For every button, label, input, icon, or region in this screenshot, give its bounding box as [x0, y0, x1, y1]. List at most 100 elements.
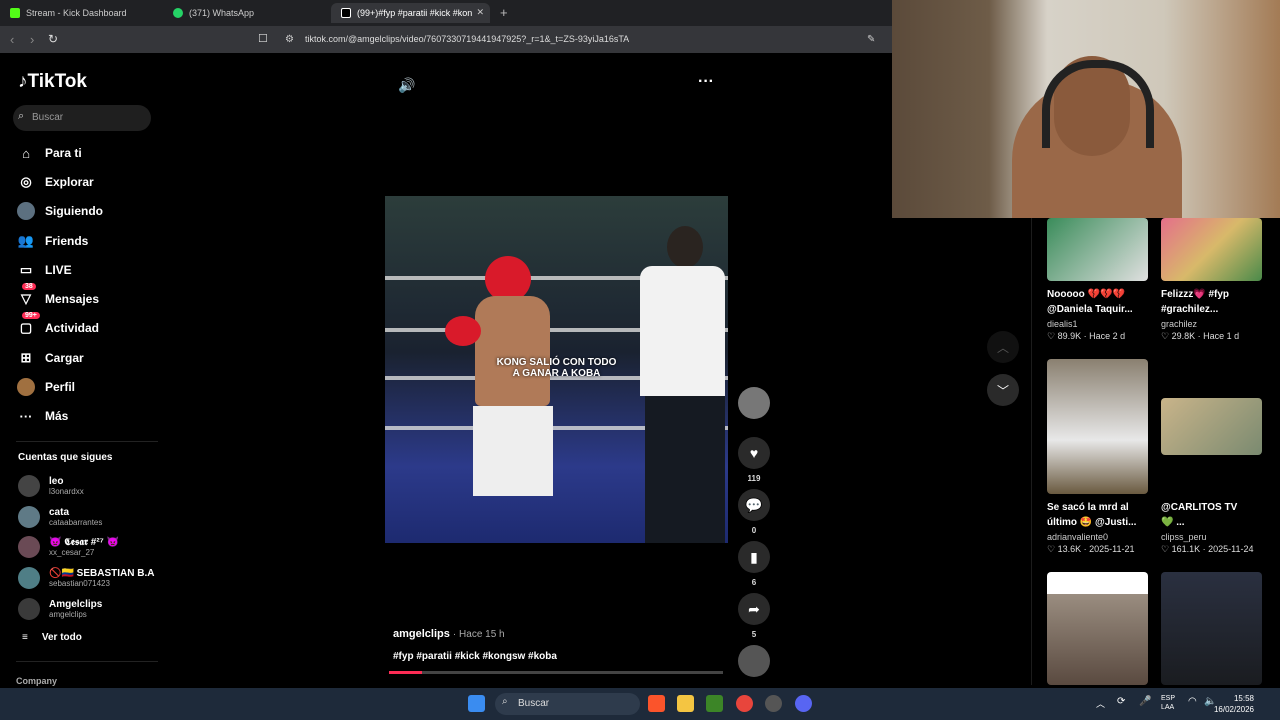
- video-caption: KONG SALIÓ CON TODO A GANAR A KOBA: [385, 357, 728, 379]
- share-icon: ➦: [748, 600, 760, 617]
- card-title-line: 💚 ...: [1161, 517, 1185, 528]
- post-time: · Hace 15 h: [452, 629, 505, 640]
- taskbar-clock[interactable]: 15:58 16/02/2026: [1214, 693, 1254, 715]
- tab-kick-dashboard[interactable]: Stream - Kick Dashboard: [0, 3, 160, 23]
- following-account[interactable]: Amgelclips amgelclips: [18, 596, 102, 622]
- kick-icon: [10, 8, 20, 18]
- bookmark-icon[interactable]: ☐: [258, 32, 268, 45]
- tiktok-logo[interactable]: ♪TikTok: [18, 71, 87, 93]
- brave-browser-icon[interactable]: [648, 695, 665, 712]
- chrome-icon[interactable]: [736, 695, 753, 712]
- nav-friends[interactable]: 👥 Friends: [16, 230, 88, 252]
- video-card[interactable]: [1047, 572, 1148, 685]
- nav-cargar[interactable]: ⊞ Cargar: [16, 347, 84, 369]
- share-button[interactable]: ➦: [738, 593, 770, 625]
- account-handle: l3onardxx: [49, 487, 84, 496]
- following-account[interactable]: 👿 𝕮𝖊𝖘𝖆𝖗 #²⁷ 👿 xx_cesar_27: [18, 534, 119, 560]
- nav-label: Cargar: [45, 351, 84, 365]
- url-field[interactable]: tiktok.com/@amgelclips/video/76073307194…: [305, 34, 629, 44]
- discord-icon[interactable]: [795, 695, 812, 712]
- headphones-icon: [1042, 60, 1154, 148]
- caption-line: KONG SALIÓ CON TODO: [496, 357, 617, 368]
- card-stat: ♡ 13.6K · 2025-11-21: [1047, 544, 1148, 555]
- friends-icon: 👥: [17, 233, 35, 248]
- extensions-icon[interactable]: ✎: [867, 34, 875, 45]
- nav-actividad[interactable]: ▢ 99+ Actividad: [16, 312, 99, 339]
- windows-start-icon[interactable]: [468, 695, 485, 712]
- heart-icon: ♡: [1161, 331, 1172, 341]
- nav-mas[interactable]: ··· Más: [16, 405, 69, 427]
- tab-tiktok[interactable]: (99+)#fyp #paratii #kick #kon ✕: [331, 3, 490, 23]
- messages-icon: ▽ 38: [16, 283, 36, 309]
- close-icon[interactable]: ✕: [476, 7, 484, 18]
- video-card[interactable]: Felizzz💗 #fyp #grachilez... grachilez ♡ 2…: [1161, 218, 1262, 342]
- card-title: @CARLITOS TV 💚 ...: [1161, 500, 1262, 530]
- video-author[interactable]: amgelclips · Hace 15 h: [393, 628, 505, 640]
- language-indicator[interactable]: ESP LAA: [1161, 694, 1175, 712]
- file-explorer-icon[interactable]: [677, 695, 694, 712]
- divider: [16, 441, 158, 442]
- nav-label: Perfil: [45, 380, 76, 394]
- live-icon: ▭: [19, 262, 33, 277]
- clock-date: 16/02/2026: [1213, 705, 1254, 714]
- thumbnail-frame: [1161, 359, 1262, 494]
- wifi-icon[interactable]: ◠: [1188, 696, 1197, 707]
- forward-icon[interactable]: ›: [30, 32, 34, 47]
- following-account[interactable]: cata cataabarrantes: [18, 504, 102, 530]
- nav-explorar[interactable]: ◎ Explorar: [16, 171, 93, 193]
- video-player[interactable]: KONG SALIÓ CON TODO A GANAR A KOBA: [385, 196, 728, 543]
- reload-icon[interactable]: ↻: [48, 32, 58, 46]
- minecraft-icon[interactable]: [706, 695, 723, 712]
- save-button[interactable]: ▮: [738, 541, 770, 573]
- nav-para-ti[interactable]: ⌂ Para ti: [16, 142, 82, 164]
- video-card[interactable]: @CARLITOS TV 💚 ... clipss_peru ♡ 161.1K ·…: [1161, 359, 1262, 555]
- nav-perfil[interactable]: Perfil: [16, 376, 75, 398]
- taskbar-search[interactable]: ⌕ Buscar: [495, 693, 640, 715]
- avatar: [18, 536, 40, 558]
- mute-button[interactable]: 🔊: [398, 77, 415, 94]
- company-link[interactable]: Company: [16, 676, 57, 686]
- lang-code: ESP: [1161, 695, 1176, 702]
- nav-siguiendo[interactable]: Siguiendo: [16, 200, 103, 222]
- network-icon[interactable]: ⟳: [1117, 696, 1125, 707]
- site-settings-icon[interactable]: ⚙: [285, 34, 294, 45]
- new-tab-button[interactable]: +: [500, 5, 508, 20]
- video-card[interactable]: [1161, 572, 1262, 685]
- tray-chevron-icon[interactable]: ︿: [1096, 697, 1105, 710]
- following-account[interactable]: leo l3onardxx: [18, 473, 84, 499]
- video-hashtags[interactable]: #fyp #paratii #kick #kongsw #koba: [393, 651, 557, 662]
- previous-video-button[interactable]: ︿: [987, 331, 1019, 363]
- sound-disc-button[interactable]: [738, 645, 770, 677]
- nav-live[interactable]: ▭ LIVE: [16, 259, 72, 281]
- see-all-link[interactable]: ≡ Ver todo: [22, 632, 82, 643]
- search-icon: ⌕: [502, 696, 508, 707]
- following-account[interactable]: 🚫🇨🇴 SEBASTIAN B.A sebastian071423: [18, 565, 154, 591]
- referee-figure: [625, 226, 725, 543]
- more-options-button[interactable]: ···: [698, 73, 714, 91]
- author-avatar-button[interactable]: [738, 387, 770, 419]
- video-card[interactable]: Nooooo 💔💔💔 @Daniela Taquir... diealis1 ♡ …: [1047, 218, 1148, 342]
- taskbar-search-label: Buscar: [518, 698, 550, 709]
- following-section-title: Cuentas que sigues: [18, 452, 113, 463]
- next-video-button[interactable]: ﹀: [987, 374, 1019, 406]
- back-icon[interactable]: ‹: [10, 32, 14, 47]
- avatar: [18, 567, 40, 589]
- divider: [16, 661, 158, 662]
- card-stat-text: 29.8K · Hace 1 d: [1171, 331, 1240, 341]
- card-stat-text: 161.1K · 2025-11-24: [1171, 544, 1254, 554]
- search-input[interactable]: ⌕ Buscar: [13, 105, 151, 131]
- microphone-icon[interactable]: 🎤: [1139, 696, 1151, 707]
- account-name: leo: [49, 476, 64, 487]
- like-button[interactable]: ♥: [738, 437, 770, 469]
- nav-mensajes[interactable]: ▽ 38 Mensajes: [16, 283, 99, 310]
- list-icon: ≡: [22, 632, 28, 643]
- app-icon[interactable]: [765, 695, 782, 712]
- video-progress-bar[interactable]: [389, 671, 723, 674]
- video-card[interactable]: Se sacó la mrd al último 🤩 @Justi... adri…: [1047, 359, 1148, 555]
- tab-whatsapp[interactable]: (371) WhatsApp: [163, 3, 328, 23]
- more-icon: ···: [19, 408, 33, 424]
- profile-icon: [16, 377, 36, 397]
- comment-button[interactable]: 💬: [738, 489, 770, 521]
- activity-badge: 99+: [22, 312, 40, 319]
- video-thumbnail: [1161, 398, 1262, 455]
